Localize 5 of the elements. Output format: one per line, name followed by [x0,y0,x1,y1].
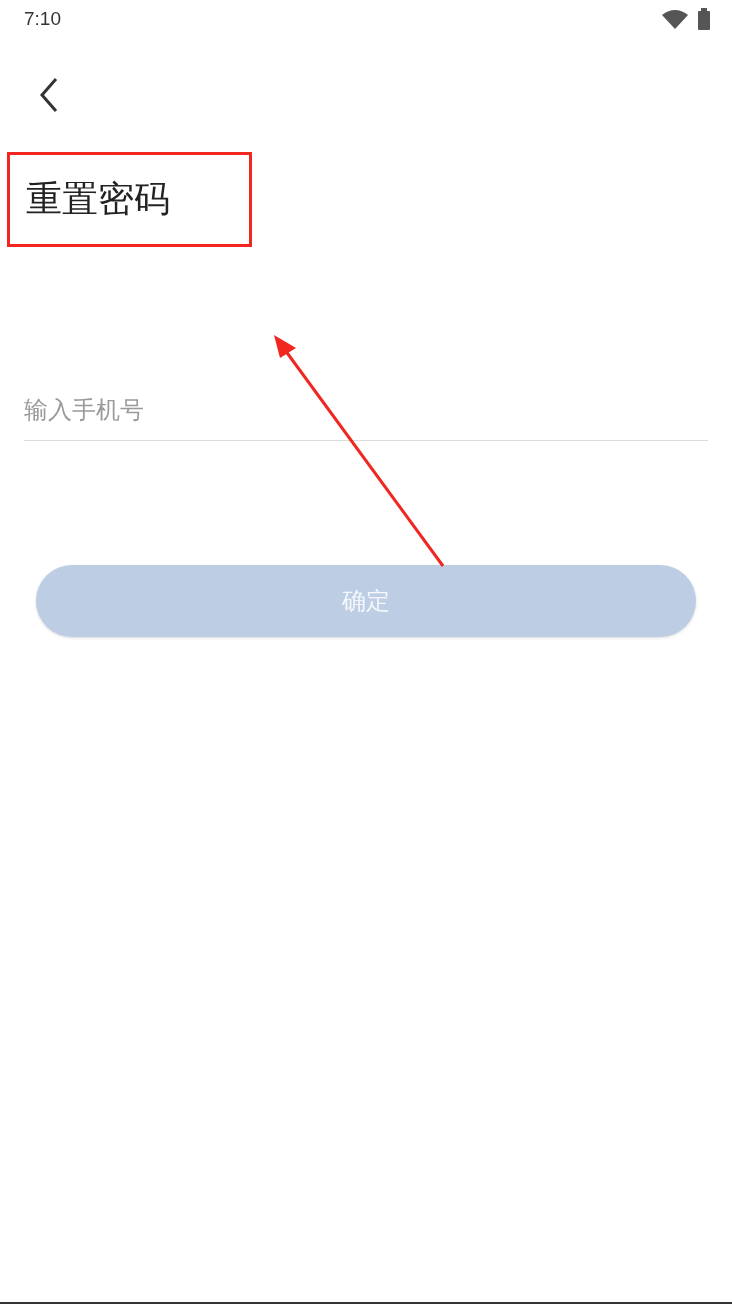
phone-input-field[interactable]: 输入手机号 [24,379,708,441]
wifi-icon [662,9,688,29]
battery-icon [698,8,710,30]
page-title: 重置密码 [26,177,170,221]
status-time: 7:10 [24,8,61,30]
